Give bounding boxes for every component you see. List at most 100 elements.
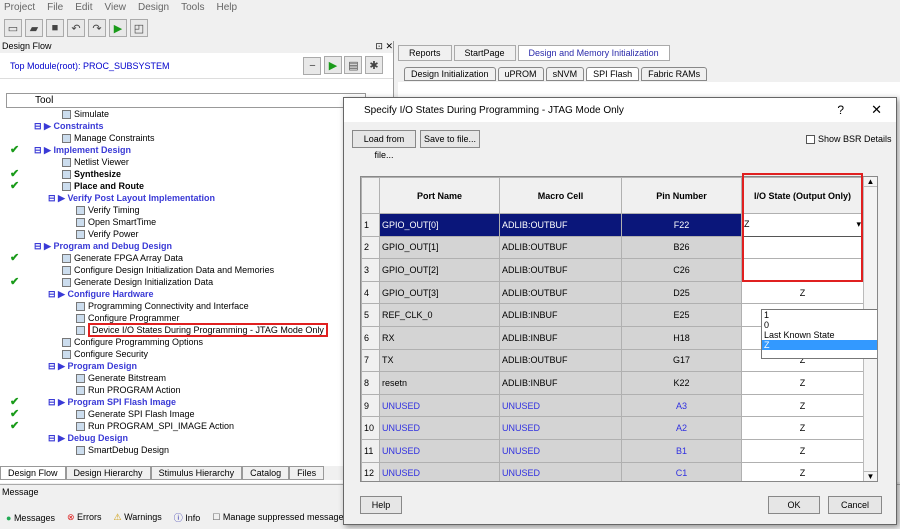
tree-item[interactable]: Verify Timing xyxy=(6,204,366,216)
memory-subtab[interactable]: Design Initialization xyxy=(404,67,496,81)
editor-tab[interactable]: StartPage xyxy=(453,45,516,61)
tree-item[interactable]: ✔ Place and Route xyxy=(6,180,366,192)
scroll-up-icon[interactable]: ▲ xyxy=(864,177,877,187)
tree-item[interactable]: ✔ Generate FPGA Array Data xyxy=(6,252,366,264)
tree-item[interactable]: SmartDebug Design xyxy=(6,444,366,456)
collapse-icon[interactable]: − xyxy=(303,56,322,75)
table-row[interactable]: 8 resetn ADLIB:INBUF K22 Z xyxy=(361,371,864,395)
tools-icon[interactable]: ✱ xyxy=(365,56,383,75)
bottom-tab[interactable]: Design Hierarchy xyxy=(65,466,151,480)
new-file-icon[interactable]: ▭ xyxy=(4,19,22,37)
show-bsr-checkbox[interactable] xyxy=(806,134,815,144)
io-state-cell[interactable]: Z xyxy=(741,416,864,440)
tree-item[interactable]: ⊟ ▶ Program Design xyxy=(6,360,366,372)
tree-item[interactable]: ✔ ⊟ ▶ Implement Design xyxy=(6,144,366,156)
bottom-tab[interactable]: Design Flow xyxy=(0,466,66,480)
dropdown-option[interactable]: Z xyxy=(762,340,877,350)
menu-item[interactable]: Tools xyxy=(181,2,204,13)
menu-item[interactable]: Edit xyxy=(75,2,92,13)
memory-subtab[interactable]: Fabric RAMs xyxy=(641,67,708,81)
report-icon[interactable]: ▤ xyxy=(344,56,363,75)
tree-item[interactable]: ✔ Run PROGRAM_SPI_IMAGE Action xyxy=(6,420,366,432)
table-row[interactable]: 10 UNUSED UNUSED A2 Z xyxy=(361,416,864,440)
table-row[interactable]: 12 UNUSED UNUSED C1 Z xyxy=(361,461,864,481)
dialog-help-button[interactable]: Help xyxy=(360,496,402,514)
bottom-tab[interactable]: Catalog xyxy=(242,466,290,480)
tree-item[interactable]: Run PROGRAM Action xyxy=(6,384,366,396)
expand-icon[interactable]: ⊟ ▶ xyxy=(34,241,53,251)
message-tab[interactable]: ⚠ Warnings xyxy=(114,512,162,523)
expand-icon[interactable]: ⊟ ▶ xyxy=(48,433,67,443)
menu-item[interactable]: File xyxy=(47,2,63,13)
bottom-tab[interactable]: Stimulus Hierarchy xyxy=(150,466,243,480)
window-icon[interactable]: ◰ xyxy=(130,19,148,37)
tree-item[interactable]: ✔ Generate SPI Flash Image xyxy=(6,408,366,420)
io-state-cell[interactable]: Z xyxy=(741,371,864,395)
run-flow-icon[interactable]: ▶ xyxy=(323,56,342,75)
tree-item[interactable]: Open SmartTime xyxy=(6,216,366,228)
menu-item[interactable]: Project xyxy=(4,2,35,13)
dropdown-option[interactable]: 1 xyxy=(762,310,877,320)
tree-item[interactable]: Configure Security xyxy=(6,348,366,360)
tree-item[interactable]: ⊟ ▶ Constraints xyxy=(6,120,366,132)
open-folder-icon[interactable]: ▰ xyxy=(25,19,43,37)
editor-tab[interactable]: Design and Memory Initialization xyxy=(517,45,670,61)
io-state-cell[interactable]: Z xyxy=(741,393,864,418)
message-tab[interactable]: ☐ Manage suppressed messages xyxy=(212,512,348,523)
editor-tab[interactable]: Reports xyxy=(398,45,452,61)
tree-item[interactable]: Verify Power xyxy=(6,228,366,240)
load-from-file-button[interactable]: Load from file... xyxy=(352,130,416,160)
tree-item[interactable]: Manage Constraints xyxy=(6,132,366,144)
tree-item[interactable]: ⊟ ▶ Debug Design xyxy=(6,432,366,444)
undo-icon[interactable]: ↶ xyxy=(67,19,85,37)
tree-item[interactable]: Netlist Viewer xyxy=(6,156,366,168)
tree-item[interactable]: Configure Programming Options xyxy=(6,336,366,348)
memory-subtab[interactable]: uPROM xyxy=(497,67,544,81)
ok-button[interactable]: OK xyxy=(768,496,820,514)
io-state-cell[interactable]: Z xyxy=(741,461,864,481)
column-header[interactable]: Macro Cell xyxy=(499,177,622,214)
save-icon[interactable]: ■ xyxy=(46,19,64,37)
io-state-cell[interactable]: Z xyxy=(741,438,864,463)
tree-item[interactable]: ✔ ⊟ ▶ Program SPI Flash Image xyxy=(6,396,366,408)
table-row[interactable]: 4 GPIO_OUT[3] ADLIB:OUTBUF D25 Z xyxy=(361,280,864,305)
dropdown-option[interactable]: 0 xyxy=(762,320,877,330)
cancel-button[interactable]: Cancel xyxy=(828,496,882,514)
column-header[interactable]: Port Name xyxy=(379,177,500,214)
redo-icon[interactable]: ↷ xyxy=(88,19,106,37)
message-tab[interactable]: ● Messages xyxy=(6,513,55,523)
panel-controls-icon[interactable]: ⊡ ✕ xyxy=(375,41,393,53)
tree-item[interactable]: Simulate xyxy=(6,108,366,120)
help-question-icon[interactable]: ? xyxy=(837,103,844,117)
expand-icon[interactable]: ⊟ ▶ xyxy=(48,397,67,407)
table-row[interactable]: 9 UNUSED UNUSED A3 Z xyxy=(361,393,864,418)
tree-item[interactable]: Programming Connectivity and Interface xyxy=(6,300,366,312)
menu-item[interactable]: View xyxy=(104,2,126,13)
menu-item[interactable]: Help xyxy=(216,2,237,13)
memory-subtab[interactable]: sNVM xyxy=(545,67,585,81)
table-row[interactable]: 11 UNUSED UNUSED B1 Z xyxy=(361,438,864,463)
io-state-cell[interactable]: Z xyxy=(741,280,864,305)
run-icon[interactable]: ▶ xyxy=(109,19,127,37)
tree-item[interactable]: ⊟ ▶ Configure Hardware xyxy=(6,288,366,300)
bottom-tab[interactable]: Files xyxy=(289,466,325,480)
dropdown-option[interactable]: Last Known State xyxy=(762,330,877,340)
tree-item[interactable]: Configure Design Initialization Data and… xyxy=(6,264,366,276)
expand-icon[interactable]: ⊟ ▶ xyxy=(48,193,67,203)
scroll-down-icon[interactable]: ▼ xyxy=(864,471,877,481)
tree-item[interactable]: Generate Bitstream xyxy=(6,372,366,384)
io-state-dropdown-list[interactable]: 1 0 Last Known State Z xyxy=(761,309,877,359)
expand-icon[interactable]: ⊟ ▶ xyxy=(48,361,67,371)
show-bsr-details[interactable]: Show BSR Details xyxy=(806,134,892,144)
save-to-file-button[interactable]: Save to file... xyxy=(420,130,480,148)
memory-subtab[interactable]: SPI Flash xyxy=(586,67,640,81)
message-tab[interactable]: ⓘ Info xyxy=(174,511,201,524)
tree-item[interactable]: ✔ Generate Design Initialization Data xyxy=(6,276,366,288)
menu-item[interactable]: Design xyxy=(138,2,169,13)
expand-icon[interactable]: ⊟ ▶ xyxy=(48,289,67,299)
tree-item[interactable]: ⊟ ▶ Verify Post Layout Implementation xyxy=(6,192,366,204)
tree-item[interactable]: Device I/O States During Programming - J… xyxy=(6,323,366,337)
tree-item[interactable]: ✔ Synthesize xyxy=(6,168,366,180)
expand-icon[interactable]: ⊟ ▶ xyxy=(34,145,53,155)
tree-item[interactable]: ⊟ ▶ Program and Debug Design xyxy=(6,240,366,252)
